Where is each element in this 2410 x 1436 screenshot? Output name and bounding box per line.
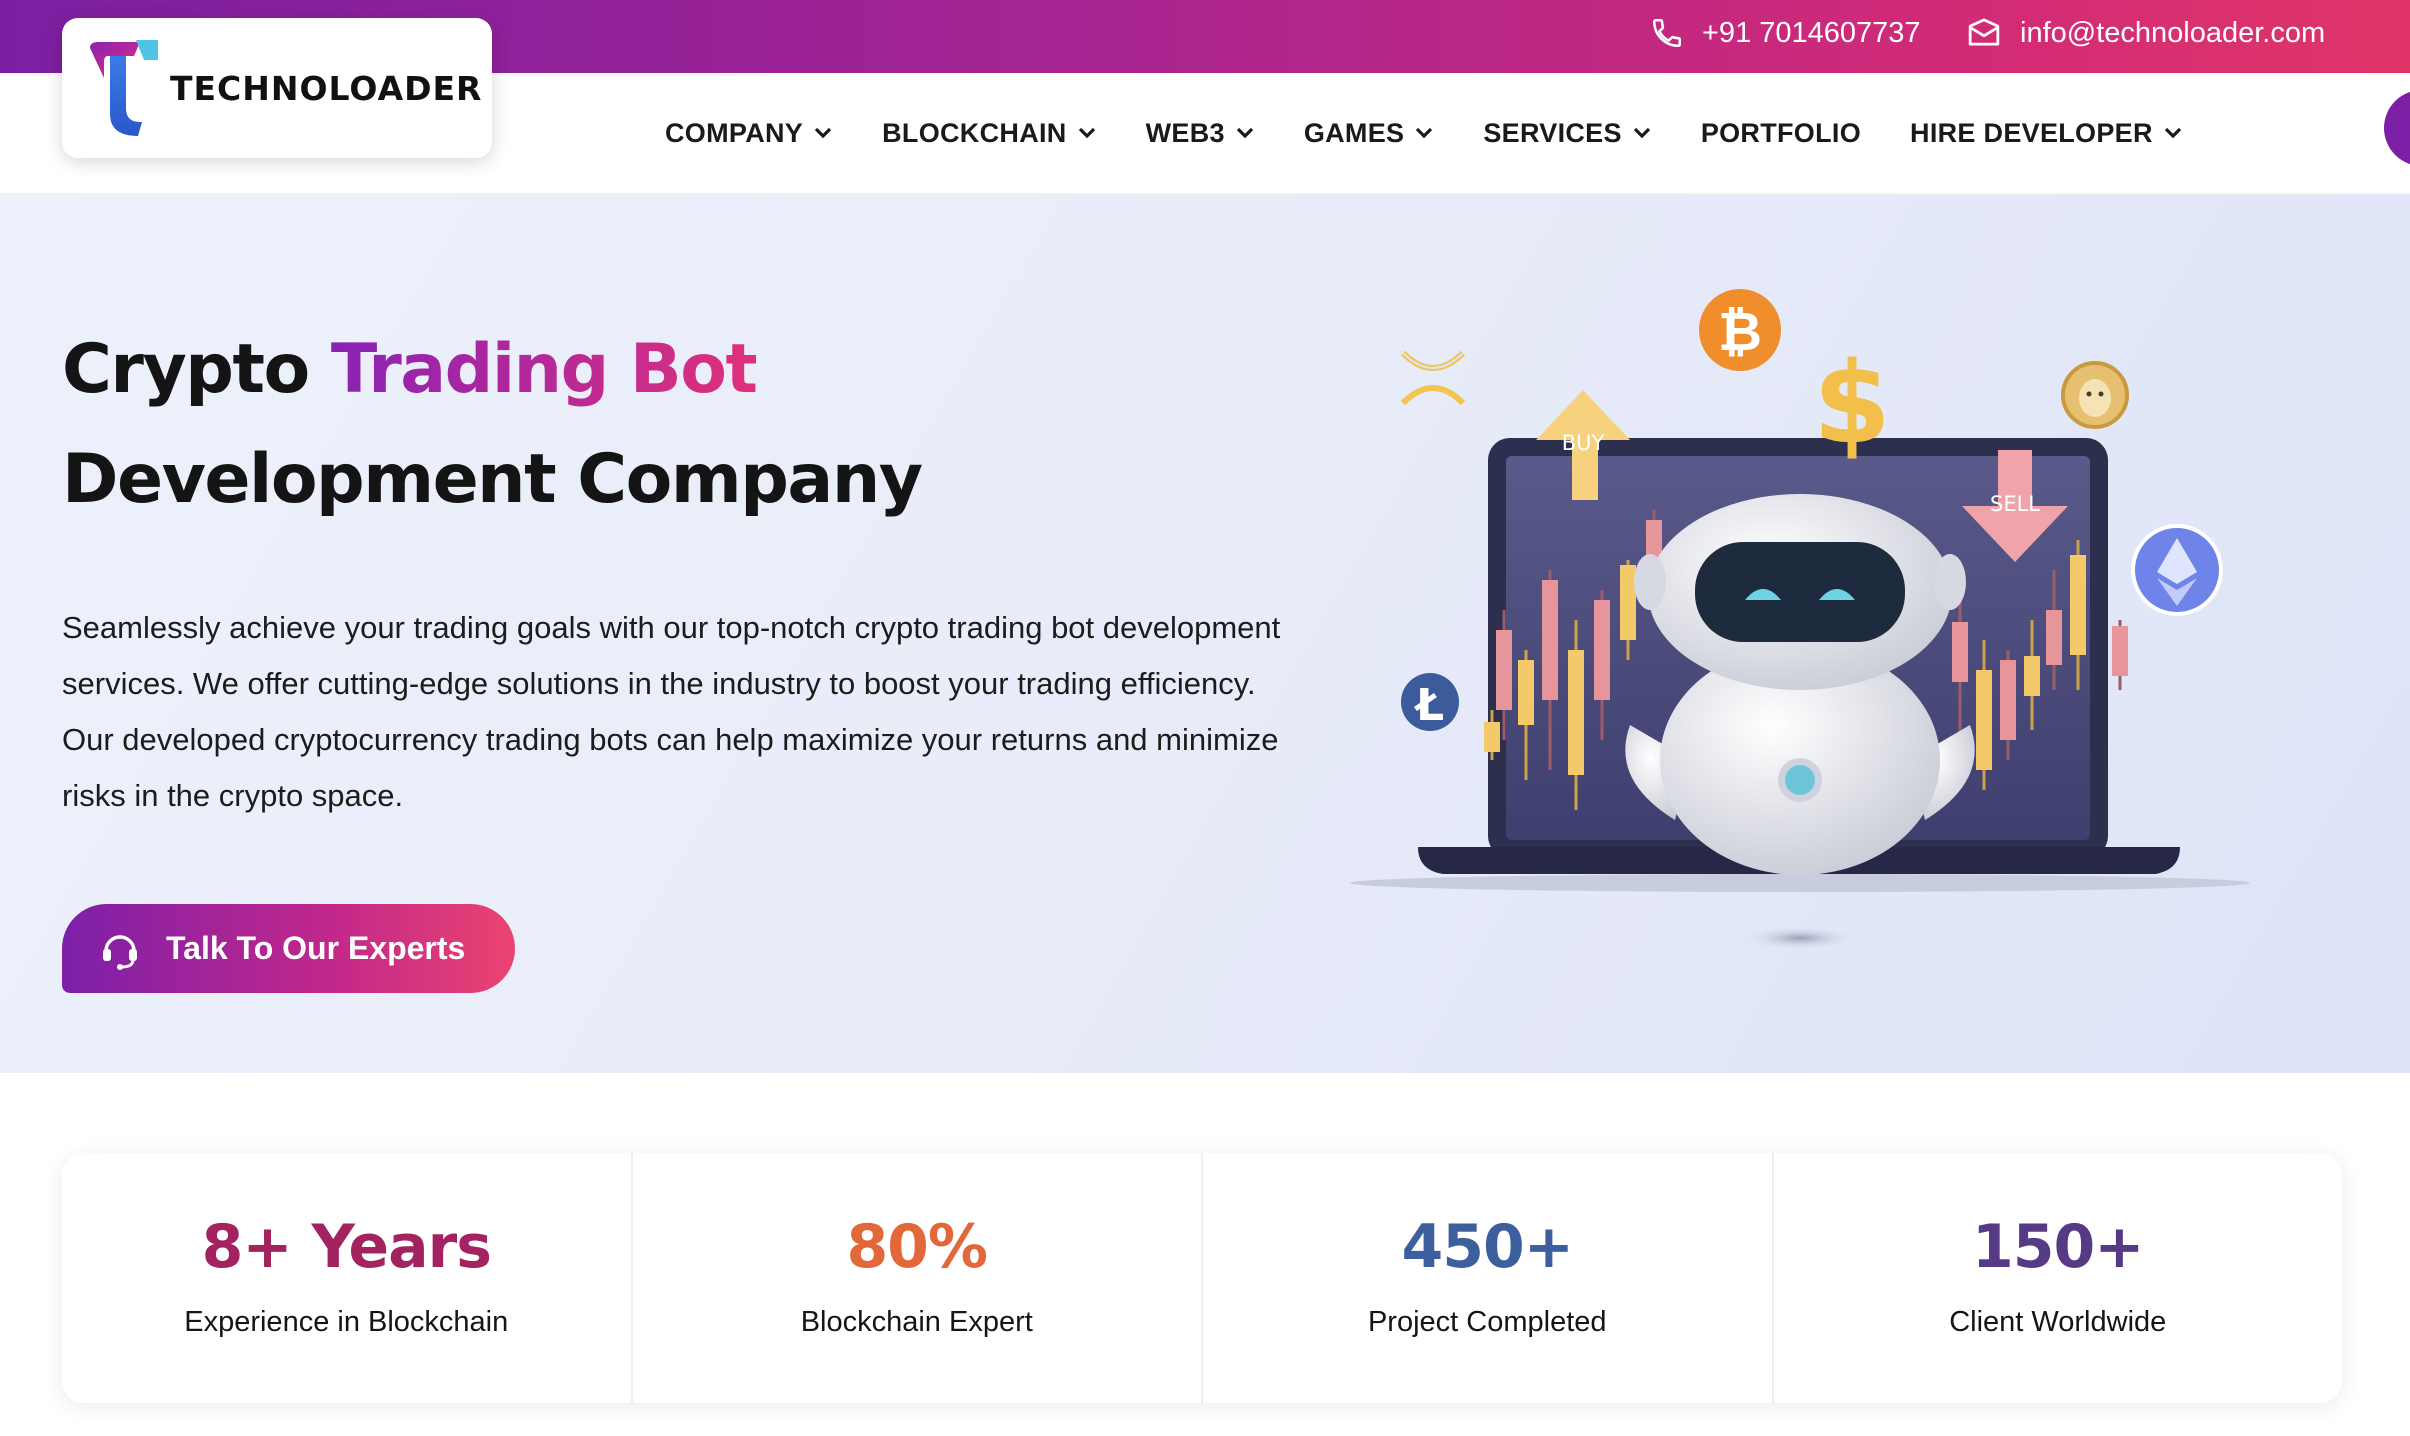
logo-mark-icon <box>90 40 158 136</box>
stat-label: Project Completed <box>1367 1306 1607 1338</box>
robot-shadow <box>1742 926 1858 950</box>
nav-item-games[interactable]: GAMES <box>1304 118 1435 149</box>
hero-title-highlight: Trading Bot <box>330 330 758 409</box>
ethereum-coin-icon <box>2131 524 2223 616</box>
phone-icon <box>1652 18 1682 48</box>
headset-icon <box>103 934 137 970</box>
stat-label: Experience in Blockchain <box>184 1306 509 1338</box>
chevron-down-icon <box>1416 127 1433 139</box>
chevron-down-icon <box>2164 127 2181 139</box>
chevron-down-icon <box>1078 127 1095 139</box>
stat-projects: 450+ Project Completed <box>1203 1153 1774 1403</box>
nav-item-hire-developer[interactable]: HIRE DEVELOPER <box>1910 118 2183 149</box>
dogecoin-coin-icon <box>2061 361 2129 429</box>
stat-value: 8+ Years <box>201 1212 492 1282</box>
nav-label: GAMES <box>1303 117 1405 148</box>
nav-label: BLOCKCHAIN <box>882 117 1067 148</box>
trading-bot-illustration: BUY SELL ₿ $ Ł <box>1350 289 2250 950</box>
stat-clients: 150+ Client Worldwide <box>1774 1153 2343 1403</box>
hero-title-text: Crypto <box>62 330 331 409</box>
chevron-down-icon <box>1236 127 1253 139</box>
stat-value: 80% <box>846 1212 988 1282</box>
stat-value: 150+ <box>1971 1212 2145 1282</box>
dollar-sign-icon: $ <box>1813 339 1891 469</box>
svg-text:Ł: Ł <box>1414 680 1444 731</box>
nav-item-portfolio[interactable]: PORTFOLIO <box>1701 118 1861 149</box>
nav-item-services[interactable]: SERVICES <box>1483 118 1651 149</box>
stat-label: Client Worldwide <box>1949 1306 2167 1338</box>
logo-text: TECHNOLOADER <box>170 68 483 108</box>
chevron-down-icon <box>1633 127 1650 139</box>
chevron-down-icon <box>814 127 832 139</box>
stat-years: 8+ Years Experience in Blockchain <box>62 1153 633 1403</box>
xrp-coin-icon <box>1400 350 1466 406</box>
phone-contact[interactable]: +91 7014607737 <box>1650 0 1921 66</box>
bitcoin-coin-icon: ₿ <box>1699 289 1781 371</box>
stats-card: 8+ Years Experience in Blockchain 80% Bl… <box>62 1153 2342 1403</box>
nav-label: PORTFOLIO <box>1700 117 1862 148</box>
nav-label: HIRE DEVELOPER <box>1910 117 2153 148</box>
cta-label: Talk To Our Experts <box>166 930 466 966</box>
hero-title-line1: Crypto Trading Bot <box>62 330 758 409</box>
laptop-shadow <box>1350 874 2250 892</box>
litecoin-coin-icon: Ł <box>1401 673 1459 731</box>
nav-label: SERVICES <box>1483 117 1622 148</box>
nav-label: WEB3 <box>1145 117 1225 148</box>
nav-label: COMPANY <box>665 117 804 148</box>
buy-label: BUY <box>1562 431 1605 455</box>
stat-value: 450+ <box>1401 1212 1574 1282</box>
logo[interactable]: TECHNOLOADER <box>62 18 492 158</box>
phone-number: +91 7014607737 <box>1702 16 1921 49</box>
email-address: info@technoloader.com <box>2020 16 2326 49</box>
svg-text:₿: ₿ <box>1718 300 1762 363</box>
nav-item-blockchain[interactable]: BLOCKCHAIN <box>882 118 1097 149</box>
hero-title-line2: Development Company <box>62 440 923 519</box>
sell-label: SELL <box>1990 492 2040 516</box>
hero-description: Seamlessly achieve your trading goals wi… <box>62 610 1281 813</box>
mail-icon <box>1968 18 2000 46</box>
primary-nav: COMPANY BLOCKCHAIN WEB3 GAMES SERVICES P… <box>665 73 2232 193</box>
email-contact[interactable]: info@technoloader.com <box>1966 0 2325 66</box>
stat-label: Blockchain Expert <box>800 1306 1033 1338</box>
svg-text:$: $ <box>1813 339 1891 469</box>
talk-to-experts-button[interactable]: Talk To Our Experts <box>62 904 515 993</box>
nav-item-web3[interactable]: WEB3 <box>1146 118 1255 149</box>
stat-experts: 80% Blockchain Expert <box>633 1153 1203 1403</box>
nav-item-company[interactable]: COMPANY <box>665 118 833 149</box>
